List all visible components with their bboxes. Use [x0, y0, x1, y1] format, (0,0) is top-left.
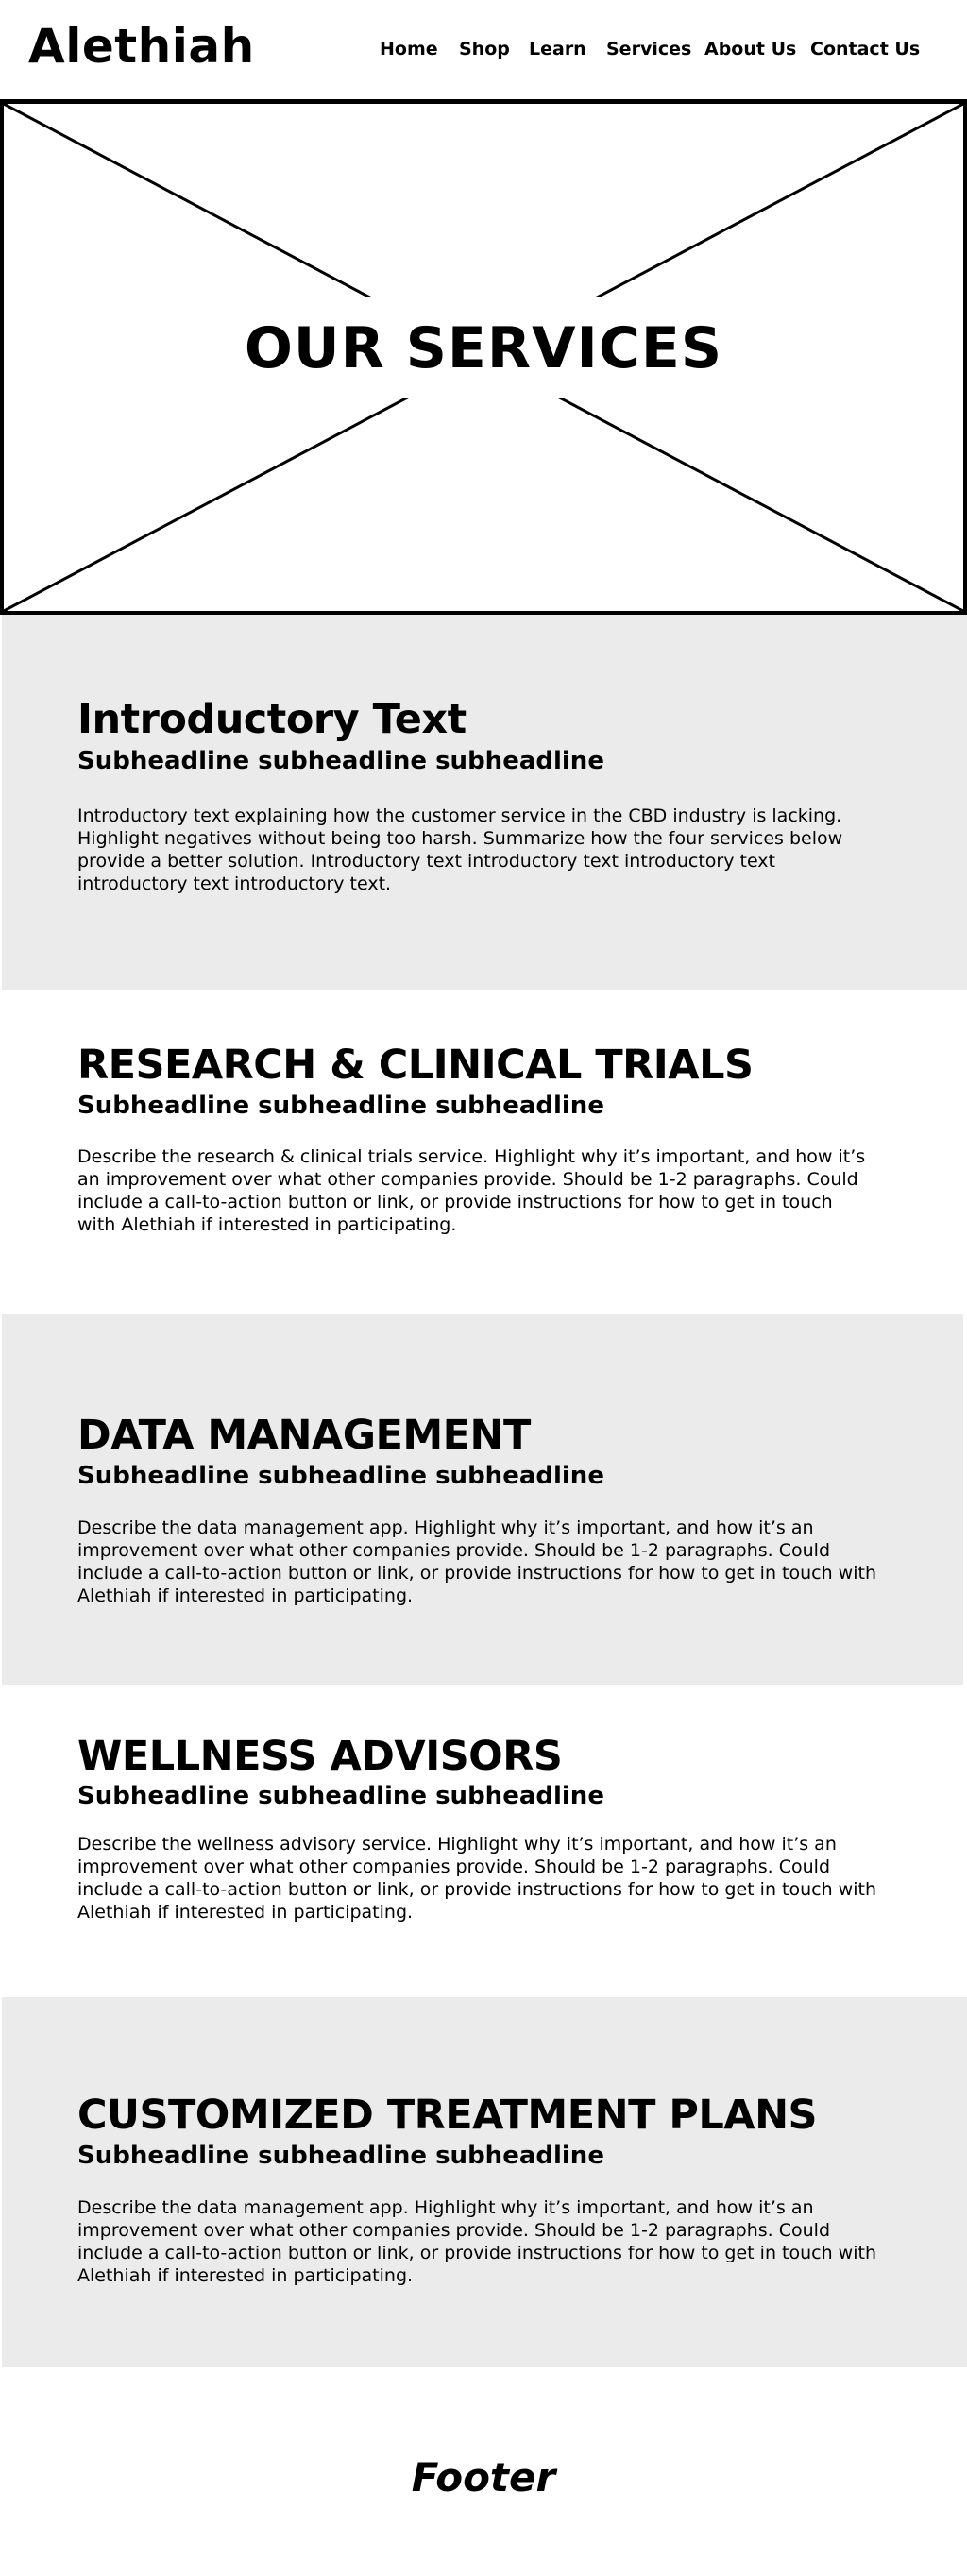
nav-learn-link[interactable]: Learn — [529, 36, 586, 62]
hero-image-placeholder: OUR SERVICES — [0, 99, 967, 615]
section-title: CUSTOMIZED TREATMENT PLANS — [77, 2092, 818, 2139]
intro-section: Introductory Text Subheadline subheadlin… — [2, 615, 967, 990]
section-title: Introductory Text — [77, 696, 467, 743]
section-subtitle: Subheadline subheadline subheadline — [77, 1092, 604, 1120]
section-body: Describe the data management app. Highli… — [77, 1517, 876, 1606]
site-header: Alethiah Home Shop Learn Services About … — [0, 0, 967, 99]
site-logo[interactable]: Alethiah — [28, 13, 255, 79]
section-body: Describe the research & clinical trials … — [77, 1146, 866, 1235]
section-subtitle: Subheadline subheadline subheadline — [77, 2142, 604, 2170]
data-management-section: DATA MANAGEMENT Subheadline subheadline … — [2, 1314, 963, 1685]
nav-home-link[interactable]: Home — [380, 36, 438, 62]
section-subtitle: Subheadline subheadline subheadline — [77, 1462, 604, 1490]
section-title: DATA MANAGEMENT — [77, 1412, 531, 1459]
section-title: RESEARCH & CLINICAL TRIALS — [77, 1042, 754, 1089]
research-section: RESEARCH & CLINICAL TRIALS Subheadline s… — [2, 990, 967, 1314]
nav-services-link[interactable]: Services — [606, 36, 691, 62]
site-footer: Footer — [411, 2454, 556, 2500]
section-subtitle: Subheadline subheadline subheadline — [77, 1782, 604, 1810]
nav-contact-link[interactable]: Contact Us — [810, 36, 920, 62]
section-title: WELLNESS ADVISORS — [77, 1733, 563, 1780]
treatment-plans-section: CUSTOMIZED TREATMENT PLANS Subheadline s… — [2, 1997, 967, 2367]
section-subtitle: Subheadline subheadline subheadline — [77, 747, 604, 775]
hero-title: OUR SERVICES — [244, 315, 723, 381]
page: Alethiah Home Shop Learn Services About … — [0, 0, 967, 2576]
section-body: Introductory text explaining how the cus… — [77, 805, 843, 894]
section-body: Describe the wellness advisory service. … — [77, 1834, 876, 1923]
wellness-section: WELLNESS ADVISORS Subheadline subheadlin… — [2, 1685, 967, 1997]
nav-about-link[interactable]: About Us — [704, 36, 796, 62]
nav-shop-link[interactable]: Shop — [459, 36, 510, 62]
section-body: Describe the data management app. Highli… — [77, 2197, 876, 2286]
